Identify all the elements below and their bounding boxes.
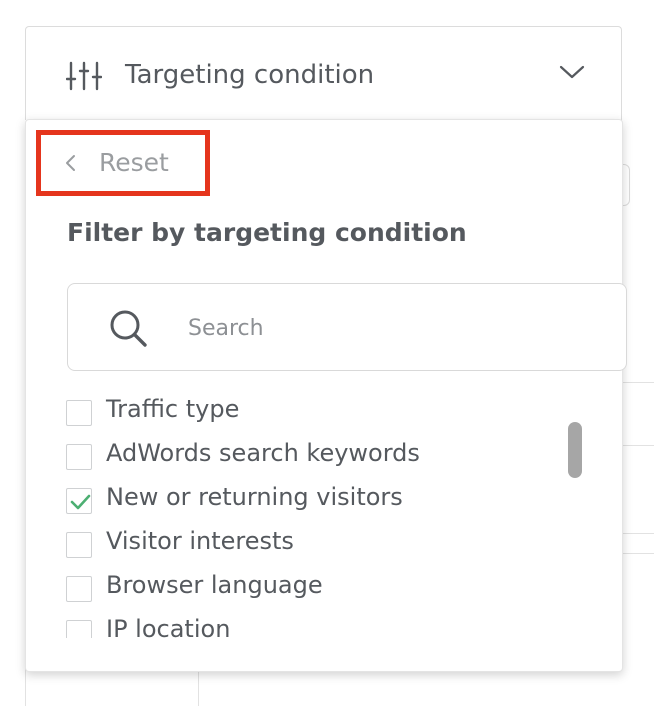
checkbox[interactable] (66, 576, 92, 602)
checkbox[interactable] (66, 400, 92, 426)
search-input[interactable] (186, 308, 590, 348)
list-item[interactable]: IP location (66, 612, 586, 638)
list-item-label: Traffic type (106, 395, 240, 423)
list-item[interactable]: Traffic type (66, 392, 586, 436)
list-item[interactable]: AdWords search keywords (66, 436, 586, 480)
list-scrollbar[interactable] (568, 422, 582, 478)
background-divider (622, 553, 654, 554)
list-item[interactable]: New or returning visitors (66, 480, 586, 524)
checkbox[interactable] (66, 444, 92, 470)
background-divider (622, 445, 654, 446)
filter-heading: Filter by targeting condition (67, 218, 467, 247)
list-item-label: Browser language (106, 571, 323, 599)
list-item-label: IP location (106, 615, 231, 638)
background-divider (622, 382, 654, 383)
checkmark-icon (70, 494, 91, 510)
dropdown-title: Targeting condition (125, 60, 375, 90)
chevron-down-icon[interactable] (559, 63, 585, 81)
reset-label: Reset (99, 148, 169, 177)
background-divider (622, 533, 654, 534)
reset-button[interactable]: Reset (36, 130, 210, 196)
chevron-left-icon (66, 155, 75, 171)
targeting-condition-dropdown[interactable]: Targeting condition (25, 26, 622, 120)
targeting-condition-list: Traffic type AdWords search keywords New… (66, 392, 586, 638)
checkbox[interactable] (66, 532, 92, 558)
list-item[interactable]: Browser language (66, 568, 586, 612)
sliders-icon (66, 61, 102, 91)
list-item-label: AdWords search keywords (106, 439, 420, 467)
search-box (67, 283, 627, 371)
list-item-label: New or returning visitors (106, 483, 403, 511)
search-icon (110, 310, 147, 347)
checkbox[interactable] (66, 620, 92, 638)
targeting-filter-panel: Reset Filter by targeting condition Traf… (25, 119, 627, 672)
checkbox-checked[interactable] (66, 488, 92, 514)
list-item[interactable]: Visitor interests (66, 524, 586, 568)
list-item-label: Visitor interests (106, 527, 294, 555)
